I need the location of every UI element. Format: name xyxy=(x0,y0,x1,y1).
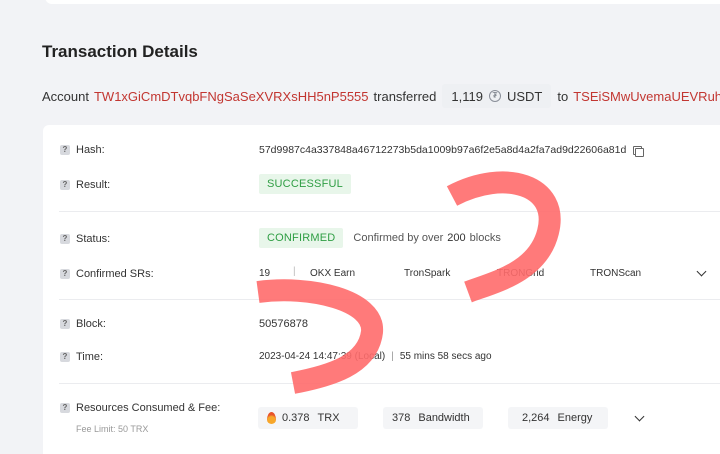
question-mark-icon[interactable]: ? xyxy=(60,403,70,413)
token-symbol[interactable]: USDT xyxy=(507,89,542,104)
amount-chip: 1,119 ₮ USDT xyxy=(442,84,552,108)
sr-item[interactable]: OKX Earn xyxy=(310,268,355,279)
time-value: 2023-04-24 14:47:39 (Local) xyxy=(259,351,386,362)
from-address-link[interactable]: TW1xGiCmDTvqbFNgSaSeXVRXsHH5nP5555 xyxy=(94,89,369,104)
sr-item[interactable]: TRONScan xyxy=(590,268,641,279)
bandwidth-unit: Bandwidth xyxy=(418,412,470,424)
divider xyxy=(59,299,720,300)
sr-item[interactable]: TronSpark xyxy=(404,268,450,279)
status-label: Status: xyxy=(76,233,111,245)
question-mark-icon[interactable]: ? xyxy=(60,269,70,279)
block-link[interactable]: 50576878 xyxy=(259,318,308,330)
question-mark-icon[interactable]: ? xyxy=(60,145,70,155)
confirmed-srs-label: Confirmed SRs: xyxy=(76,268,154,280)
status-note-count: 200 xyxy=(447,232,466,244)
hash-label: Hash: xyxy=(76,144,105,156)
trx-amount: 0.378 xyxy=(282,412,310,424)
divider xyxy=(59,383,720,384)
hash-row: ? Hash: xyxy=(60,144,105,156)
resources-label: Resources Consumed & Fee: xyxy=(76,402,221,414)
block-label: Block: xyxy=(76,318,106,330)
hash-value: 57d9987c4a337848a46712273b5da1009b97a6f2… xyxy=(259,144,627,156)
summary-prefix: Account xyxy=(42,88,89,104)
summary-verb: transferred xyxy=(373,88,437,104)
result-label: Result: xyxy=(76,179,111,191)
result-badge: SUCCESSFUL xyxy=(259,174,351,194)
to-address-link[interactable]: TSEiSMwUvemaUEVRuh xyxy=(573,89,720,104)
resources-row: ? Resources Consumed & Fee: xyxy=(60,402,220,414)
block-value-wrap: 50576878 xyxy=(259,318,308,330)
copy-icon[interactable] xyxy=(633,145,645,157)
status-badge: CONFIRMED xyxy=(259,228,344,248)
trx-unit: TRX xyxy=(317,412,340,424)
block-row: ? Block: xyxy=(60,318,106,330)
previous-card xyxy=(45,0,720,4)
page-title: Transaction Details xyxy=(42,42,198,61)
divider xyxy=(59,211,720,212)
sr-item[interactable]: TRONGrid xyxy=(497,268,544,279)
hash-value-wrap: 57d9987c4a337848a46712273b5da1009b97a6f2… xyxy=(259,144,645,157)
energy-amount: 2,264 xyxy=(522,412,550,424)
bandwidth-chip: 378 Bandwidth xyxy=(383,407,483,429)
energy-chip: 2,264 Energy xyxy=(508,407,608,429)
usdt-icon: ₮ xyxy=(488,90,501,102)
amount-value: 1,119 xyxy=(451,88,483,104)
result-row: ? Result: xyxy=(60,179,110,191)
time-ago: 55 mins 58 secs ago xyxy=(399,351,492,362)
transaction-summary: Account TW1xGiCmDTvqbFNgSaSeXVRXsHH5nP55… xyxy=(42,83,720,109)
confirmed-srs-row: ? Confirmed SRs: xyxy=(60,268,154,280)
question-mark-icon[interactable]: ? xyxy=(60,180,70,190)
confirmed-srs-count: 19 xyxy=(259,268,271,279)
question-mark-icon[interactable]: ? xyxy=(60,319,70,329)
status-row: ? Status: xyxy=(60,233,110,245)
time-row: ? Time: xyxy=(60,351,103,363)
flame-icon xyxy=(267,412,276,424)
time-label: Time: xyxy=(76,351,104,363)
status-value-wrap: CONFIRMED Confirmed by over 200 blocks xyxy=(259,228,501,248)
energy-unit: Energy xyxy=(557,412,593,424)
question-mark-icon[interactable]: ? xyxy=(60,352,70,362)
srs-separator: | xyxy=(293,266,296,277)
status-note-prefix: Confirmed by over xyxy=(353,232,444,244)
time-separator: | xyxy=(391,351,394,362)
summary-to: to xyxy=(557,88,569,104)
result-value-wrap: SUCCESSFUL xyxy=(259,174,351,194)
fee-limit: Fee Limit: 50 TRX xyxy=(76,424,149,434)
time-value-wrap: 2023-04-24 14:47:39 (Local) | 55 mins 58… xyxy=(259,351,492,362)
trx-fee-chip: 0.378 TRX xyxy=(258,407,358,429)
question-mark-icon[interactable]: ? xyxy=(60,234,70,244)
bandwidth-amount: 378 xyxy=(392,412,411,424)
status-note-suffix: blocks xyxy=(469,232,501,244)
